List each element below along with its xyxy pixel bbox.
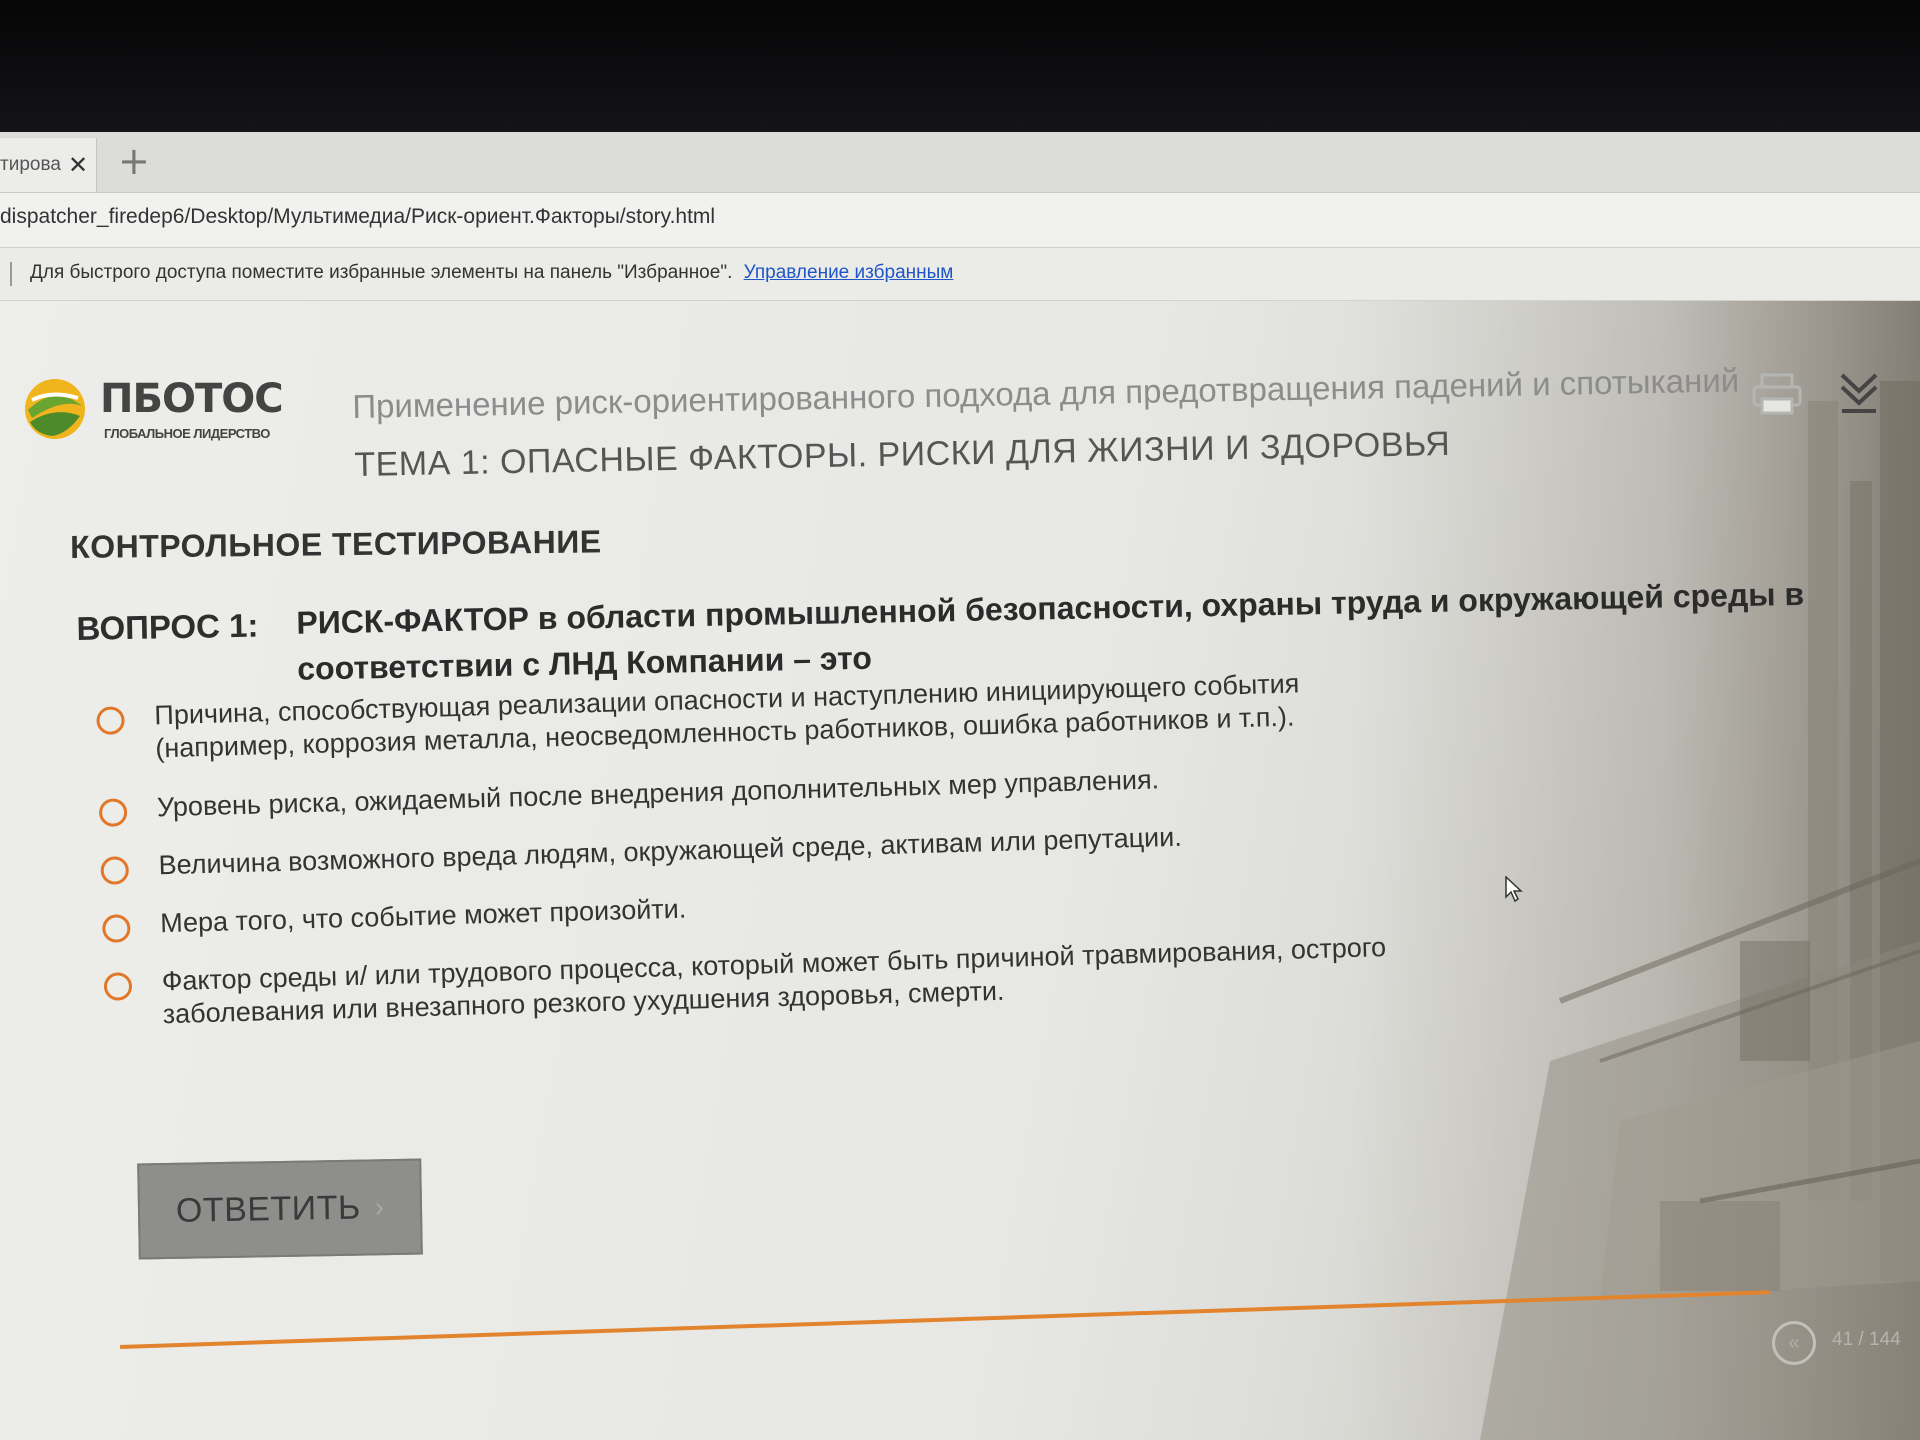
- answer-button-label: ОТВЕТИТЬ: [175, 1188, 362, 1230]
- monitor-bezel: [0, 0, 1920, 132]
- radio-button[interactable]: [100, 856, 130, 885]
- address-bar[interactable]: dispatcher_firedep6/Desktop/Мультимедиа/…: [0, 193, 1920, 248]
- manage-favorites-link[interactable]: Управление избранным: [744, 262, 954, 283]
- favorites-bar: Для быстрого доступа поместите избранные…: [0, 248, 1920, 301]
- section-heading: КОНТРОЛЬНОЕ ТЕСТИРОВАНИЕ: [70, 523, 602, 565]
- slide-counter: 41 / 144: [1832, 1329, 1901, 1350]
- radio-button[interactable]: [96, 706, 125, 735]
- favorites-hint: Для быстрого доступа поместите избранные…: [30, 262, 953, 284]
- radio-button[interactable]: [103, 972, 133, 1001]
- browser-tab[interactable]: тирован ✕: [0, 138, 97, 192]
- logo-emblem-icon: [25, 379, 85, 439]
- question-number: ВОПРОС 1:: [76, 606, 259, 647]
- logo-name: ПБОТОС: [100, 376, 284, 422]
- answer-button[interactable]: ОТВЕТИТЬ ›: [137, 1158, 423, 1260]
- tab-bar: тирован ✕ +: [0, 132, 1920, 193]
- course-slide: ПБОТОС ГЛОБАЛЬНОЕ ЛИДЕРСТВО Применение р…: [0, 301, 1920, 1440]
- tab-title: тирован: [0, 154, 62, 175]
- radio-button[interactable]: [98, 798, 128, 827]
- mouse-cursor-icon: [1505, 876, 1523, 902]
- logo-subtitle: ГЛОБАЛЬНОЕ ЛИДЕРСТВО: [104, 426, 270, 441]
- previous-icon: «: [1788, 1331, 1800, 1354]
- favorites-divider: [10, 262, 12, 286]
- url-text[interactable]: dispatcher_firedep6/Desktop/Мультимедиа/…: [0, 205, 715, 229]
- close-tab-icon[interactable]: ✕: [68, 151, 88, 180]
- company-logo: ПБОТОС ГЛОБАЛЬНОЕ ЛИДЕРСТВО: [22, 376, 284, 446]
- previous-slide-button[interactable]: «: [1772, 1321, 1816, 1365]
- new-tab-icon[interactable]: +: [118, 142, 150, 180]
- browser-window: тирован ✕ + dispatcher_firedep6/Desktop/…: [0, 132, 1920, 1440]
- chevron-right-icon: ›: [374, 1191, 385, 1223]
- favorites-hint-text: Для быстрого доступа поместите избранные…: [30, 262, 733, 283]
- print-icon[interactable]: [1752, 373, 1802, 415]
- radio-button[interactable]: [101, 914, 131, 943]
- collapse-menu-icon[interactable]: [1836, 369, 1882, 415]
